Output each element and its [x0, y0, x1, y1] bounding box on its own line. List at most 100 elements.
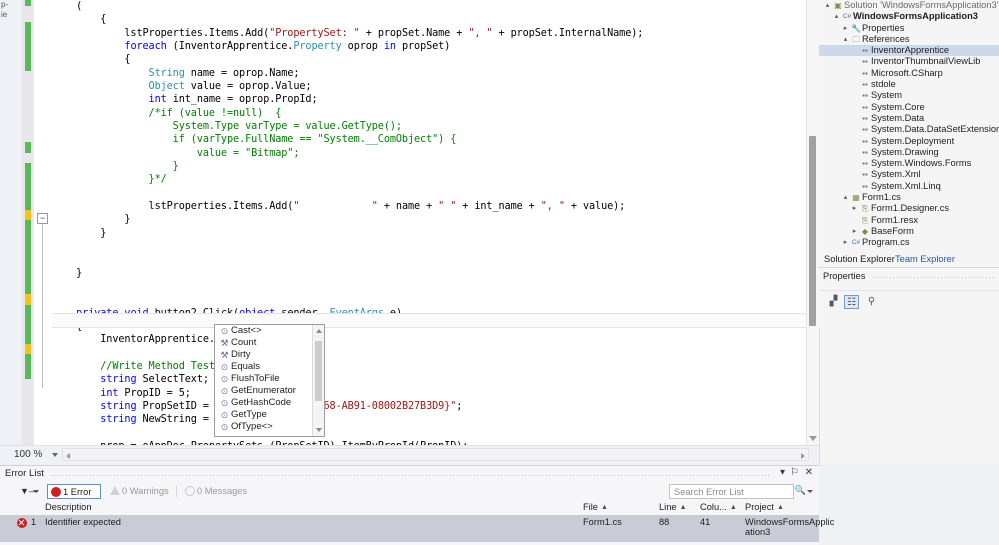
- editor-horizontal-scrollbar[interactable]: [62, 448, 809, 461]
- intellisense-item[interactable]: ⊙Equals: [215, 361, 312, 373]
- expander-collapsed-icon[interactable]: ▸: [850, 203, 859, 214]
- expander-expanded-icon[interactable]: ▴: [841, 34, 850, 45]
- tree-item-form1-cs[interactable]: ▴▦Form1.cs: [819, 192, 999, 203]
- intellisense-completion-popup[interactable]: ⊙Cast<>⚒Count⚒Dirty⊙Equals⊙FlushToFile⊙G…: [214, 324, 325, 437]
- tree-node-label: System.Data.DataSetExtensions: [871, 124, 999, 134]
- change-mark-unsaved: [25, 344, 31, 354]
- tree-item-solution-windowsformsapplication3-1-proje[interactable]: ▴▣Solution 'WindowsFormsApplication3' (1…: [819, 0, 999, 11]
- intellisense-scrollbar-thumb[interactable]: [315, 341, 322, 401]
- table-row[interactable]: 1 Identifier expected Form1.cs 88 41 Win…: [0, 515, 819, 542]
- search-error-list-input[interactable]: Search Error List: [669, 484, 794, 499]
- alphabetical-sort-icon[interactable]: ☷: [844, 295, 859, 309]
- panel-drag-dots[interactable]: [50, 474, 771, 477]
- expander-expanded-icon[interactable]: ▴: [832, 11, 841, 22]
- editor-scrollbar-thumb[interactable]: [809, 136, 816, 326]
- fragment-line-2: ie: [1, 10, 23, 20]
- close-icon[interactable]: ✕: [805, 467, 813, 479]
- error-list-rows[interactable]: 1 Identifier expected Form1.cs 88 41 Win…: [0, 515, 819, 542]
- tool-window-tab-strip[interactable]: Solution Explorer Team Explorer: [819, 253, 999, 268]
- filter-errors-button[interactable]: 1 Error: [47, 484, 101, 499]
- tree-item-system-core[interactable]: ▪▪System.Core: [819, 102, 999, 113]
- tree-node-icon: ▪▪: [859, 79, 871, 90]
- fold-toggle-icon[interactable]: −: [37, 213, 48, 224]
- intellisense-item[interactable]: ⊙FlushToFile: [215, 373, 312, 385]
- search-placeholder: Search Error List: [674, 487, 744, 497]
- outlining-gutter[interactable]: −: [34, 0, 53, 445]
- scroll-up-arrow-icon[interactable]: [316, 329, 322, 333]
- tree-node-icon: ▪▪: [859, 45, 871, 56]
- tree-item-inventorthumbnailviewlib[interactable]: ▪▪InventorThumbnailViewLib: [819, 56, 999, 67]
- row-project-wrap: ation3: [745, 527, 770, 537]
- column-header-file[interactable]: File▲: [583, 502, 608, 512]
- error-list-column-headers[interactable]: Description File▲ Line▲ Colu...▲ Project…: [0, 500, 819, 516]
- search-icon[interactable]: 🔍: [795, 485, 806, 496]
- tree-item-properties[interactable]: ▸🔧Properties: [819, 23, 999, 34]
- expander-expanded-icon[interactable]: ▴: [841, 192, 850, 203]
- scroll-left-arrow-icon[interactable]: [66, 453, 70, 459]
- error-list-toolbar[interactable]: ▼— 1 Error 0 Warnings 0 Messages Search …: [0, 483, 819, 500]
- expander-expanded-icon[interactable]: ▴: [823, 0, 832, 11]
- intellisense-item[interactable]: ⊙Cast<>: [215, 325, 312, 337]
- properties-title: Properties: [823, 271, 865, 281]
- tree-node-icon: ▪▪: [859, 68, 871, 79]
- tree-item-system-data-datasetextensions[interactable]: ▪▪System.Data.DataSetExtensions: [819, 124, 999, 135]
- panel-drag-dots[interactable]: [871, 276, 995, 279]
- tree-item-inventorapprentice[interactable]: ▪▪InventorApprentice: [819, 45, 999, 56]
- events-view-icon[interactable]: ⚲: [864, 295, 879, 309]
- tree-node-label: System.Xml.Linq: [871, 181, 941, 191]
- tree-item-system-drawing[interactable]: ▪▪System.Drawing: [819, 147, 999, 158]
- intellisense-item-list[interactable]: ⊙Cast<>⚒Count⚒Dirty⊙Equals⊙FlushToFile⊙G…: [215, 325, 312, 436]
- tree-item-system-deployment[interactable]: ▪▪System.Deployment: [819, 136, 999, 147]
- intellisense-item[interactable]: ⚒Dirty: [215, 349, 312, 361]
- expander-collapsed-icon[interactable]: ▸: [841, 237, 850, 248]
- tree-node-label: System.Xml: [871, 169, 921, 179]
- scroll-down-arrow-icon[interactable]: [809, 436, 817, 441]
- scroll-right-arrow-icon[interactable]: [801, 453, 805, 459]
- column-header-line[interactable]: Line▲: [659, 502, 687, 512]
- tree-item-form1-designer-cs[interactable]: ▸⎘Form1.Designer.cs: [819, 203, 999, 214]
- tree-item-system-xml[interactable]: ▪▪System.Xml: [819, 169, 999, 180]
- filter-warnings-button[interactable]: 0 Warnings: [107, 484, 173, 499]
- source-code-text[interactable]: ( { lstProperties.Items.Add("PropertySet…: [52, 0, 807, 445]
- column-header-project[interactable]: Project▲: [745, 502, 784, 512]
- tab-solution-explorer[interactable]: Solution Explorer: [824, 254, 895, 264]
- chevron-down-icon[interactable]: [807, 490, 813, 493]
- tree-node-icon: ▪▪: [859, 158, 871, 169]
- tree-item-system[interactable]: ▪▪System: [819, 90, 999, 101]
- tree-item-program-cs[interactable]: ▸C#Program.cs: [819, 237, 999, 248]
- intellisense-item[interactable]: ⊙OfType<>: [215, 421, 312, 433]
- intellisense-item[interactable]: ⊙GetEnumerator: [215, 385, 312, 397]
- window-menu-chevron-down-icon[interactable]: ▾: [780, 467, 785, 479]
- scroll-down-arrow-icon[interactable]: [316, 428, 322, 432]
- column-header-column[interactable]: Colu...▲: [700, 502, 737, 512]
- editor-vertical-scrollbar[interactable]: [806, 0, 819, 445]
- tree-item-system-xml-linq[interactable]: ▪▪System.Xml.Linq: [819, 181, 999, 192]
- tree-item-windowsformsapplication3[interactable]: ▴C#WindowsFormsApplication3: [819, 11, 999, 22]
- intellisense-item[interactable]: ⊙GetType: [215, 409, 312, 421]
- code-text-surface[interactable]: ( { lstProperties.Items.Add("PropertySet…: [52, 0, 807, 445]
- tree-item-baseform[interactable]: ▸◆BaseForm: [819, 226, 999, 237]
- solution-explorer-tree[interactable]: ▴▣Solution 'WindowsFormsApplication3' (1…: [819, 0, 999, 253]
- chevron-down-icon[interactable]: [52, 453, 58, 457]
- editor-status-strip: 100 %: [0, 445, 819, 466]
- pin-icon[interactable]: ⚐: [790, 467, 799, 479]
- chevron-down-icon[interactable]: [33, 490, 39, 493]
- expander-collapsed-icon[interactable]: ▸: [850, 226, 859, 237]
- tree-node-label: Form1.Designer.cs: [871, 203, 949, 213]
- tree-item-references[interactable]: ▴🗀References: [819, 34, 999, 45]
- tree-item-system-windows-forms[interactable]: ▪▪System.Windows.Forms: [819, 158, 999, 169]
- filter-messages-button[interactable]: 0 Messages: [182, 484, 252, 499]
- tree-item-system-data[interactable]: ▪▪System.Data: [819, 113, 999, 124]
- tree-node-icon: 🔧: [850, 23, 862, 34]
- tree-item-microsoft-csharp[interactable]: ▪▪Microsoft.CSharp: [819, 68, 999, 79]
- tree-item-stdole[interactable]: ▪▪stdole: [819, 79, 999, 90]
- intellisense-item[interactable]: ⊙GetHashCode: [215, 397, 312, 409]
- properties-toolbar[interactable]: ▞ ☷ ⚲: [819, 290, 999, 311]
- tab-team-explorer[interactable]: Team Explorer: [895, 254, 955, 264]
- categorized-view-icon[interactable]: ▞: [826, 295, 841, 309]
- expander-collapsed-icon[interactable]: ▸: [841, 23, 850, 34]
- intellisense-item[interactable]: ⚒Count: [215, 337, 312, 349]
- tree-item-form1-resx[interactable]: ⎘Form1.resx: [819, 215, 999, 226]
- intellisense-scrollbar[interactable]: [312, 325, 324, 436]
- zoom-level-label[interactable]: 100 %: [14, 449, 42, 460]
